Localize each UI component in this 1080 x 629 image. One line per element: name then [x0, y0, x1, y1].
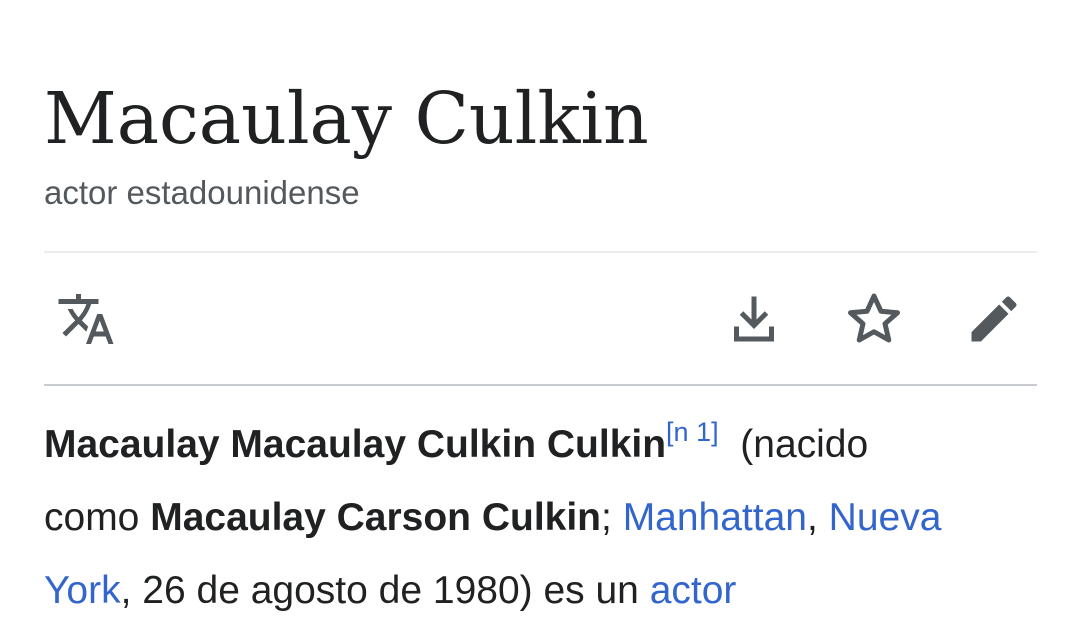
- lead-line-3: York, 26 de agosto de 1980) es un actor: [44, 554, 1037, 627]
- star-icon-graphic: [848, 293, 900, 343]
- link-nueva-york-part1[interactable]: Nueva: [829, 496, 942, 539]
- star-icon[interactable]: [844, 289, 904, 349]
- lead-text-semicolon: ;: [601, 496, 623, 539]
- link-actor[interactable]: actor: [650, 569, 737, 612]
- pencil-icon[interactable]: [964, 289, 1024, 349]
- page-description: actor estadounidense: [44, 174, 360, 211]
- subject-name: Macaulay Macaulay Culkin Culkin: [44, 423, 667, 466]
- lead-line-2: como Macaulay Carson Culkin; Manhattan, …: [44, 481, 1037, 554]
- pencil-icon-graphic: [971, 296, 1017, 342]
- lead-text-date: , 26 de agosto de 1980) es un: [120, 569, 650, 612]
- lead-line-1: Macaulay Macaulay Culkin Culkin[n 1] (na…: [44, 408, 1037, 481]
- link-nueva-york-part2[interactable]: York: [44, 569, 121, 612]
- link-manhattan[interactable]: Manhattan: [623, 496, 807, 539]
- birth-name: Macaulay Carson Culkin: [150, 496, 602, 539]
- translate-icon-graphic: [58, 294, 114, 344]
- lead-text-nacido: (nacido: [718, 423, 869, 466]
- lead-paragraph: Macaulay Macaulay Culkin Culkin[n 1] (na…: [44, 408, 1037, 627]
- page-actions-toolbar: [44, 253, 1037, 384]
- download-icon[interactable]: [724, 289, 784, 349]
- translate-icon[interactable]: [56, 289, 116, 349]
- reference-note-link[interactable]: [n 1]: [666, 417, 719, 447]
- lead-text-comma: ,: [807, 496, 829, 539]
- lead-text-como: como: [44, 496, 151, 539]
- divider-bottom: [44, 384, 1037, 386]
- page-title: Macaulay Culkin: [44, 77, 649, 160]
- download-icon-graphic: [734, 296, 774, 342]
